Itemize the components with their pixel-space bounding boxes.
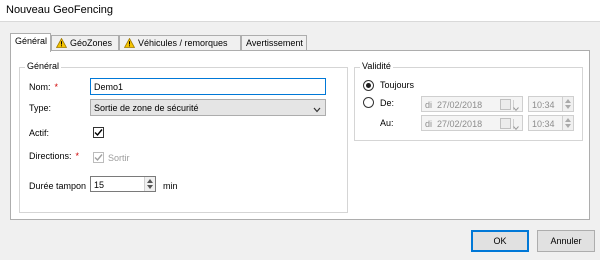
check-icon — [94, 154, 103, 162]
tab-avertissement-label: Avertissement — [246, 38, 303, 48]
required-marker: * — [75, 151, 80, 161]
radio-selected-dot — [366, 83, 371, 88]
general-group: Général Nom: * Demo1 Type: Sortie de zone… — [19, 61, 348, 213]
warning-icon — [123, 37, 136, 50]
au-date: 27/02/2018 — [437, 119, 483, 129]
tab-general[interactable]: Général — [10, 33, 51, 52]
directions-label: Directions: * — [29, 151, 80, 161]
sortir-label: Sortir — [108, 153, 130, 163]
au-day: di — [425, 119, 433, 129]
toujours-label: Toujours — [380, 80, 415, 90]
validite-group: Validité Toujours De: di 27/02/2018 10:3… — [354, 61, 583, 141]
de-date-picker[interactable]: di 27/02/2018 — [421, 96, 523, 112]
de-time-stepper[interactable]: 10:34 — [528, 96, 574, 112]
toujours-radio[interactable] — [363, 80, 374, 91]
general-legend: Général — [25, 61, 62, 71]
nom-input[interactable]: Demo1 — [90, 78, 326, 95]
type-select[interactable]: Sortie de zone de sécurité — [90, 99, 326, 116]
actif-label: Actif: — [29, 128, 50, 138]
nom-label: Nom: * — [29, 82, 59, 92]
cancel-button[interactable]: Annuler — [537, 230, 595, 252]
tab-panel: Général Nom: * Demo1 Type: Sortie de zone… — [10, 50, 590, 220]
de-day: di — [425, 100, 433, 110]
ok-button[interactable]: OK — [471, 230, 529, 252]
required-marker: * — [54, 82, 59, 92]
spinner-icon[interactable] — [562, 116, 573, 130]
chevron-down-icon — [513, 102, 519, 114]
tab-strip: Général GéoZones Véhicules / remorques A… — [10, 33, 590, 52]
tab-general-label: Général — [15, 36, 48, 46]
check-icon — [94, 129, 103, 137]
calendar-icon[interactable] — [500, 99, 511, 110]
nom-value: Demo1 — [94, 82, 124, 92]
duree-label: Durée tampon — [29, 181, 87, 191]
tab-avertissement[interactable]: Avertissement — [241, 35, 307, 51]
warning-icon — [55, 37, 68, 50]
actif-checkbox[interactable] — [93, 127, 104, 138]
tab-vehicules[interactable]: Véhicules / remorques — [119, 35, 241, 51]
spinner-icon[interactable] — [144, 177, 155, 191]
sortir-checkbox[interactable] — [93, 152, 104, 163]
duree-unit: min — [163, 181, 178, 191]
au-date-picker[interactable]: di 27/02/2018 — [421, 115, 523, 131]
de-date: 27/02/2018 — [437, 100, 483, 110]
au-time-stepper[interactable]: 10:34 — [528, 115, 574, 131]
spinner-icon[interactable] — [562, 97, 573, 111]
chevron-down-icon — [513, 121, 519, 133]
cancel-label: Annuler — [550, 236, 582, 246]
calendar-icon[interactable] — [500, 118, 511, 129]
de-time: 10:34 — [532, 100, 555, 110]
ok-label: OK — [493, 236, 507, 246]
au-time: 10:34 — [532, 119, 555, 129]
duree-stepper[interactable]: 15 — [90, 176, 156, 192]
chevron-down-icon — [313, 104, 321, 116]
window-title: Nouveau GeoFencing — [6, 4, 114, 16]
type-label: Type: — [29, 103, 52, 113]
tab-geozones[interactable]: GéoZones — [51, 35, 119, 51]
duree-value: 15 — [94, 180, 105, 190]
tab-geozones-label: GéoZones — [70, 38, 113, 48]
type-value: Sortie de zone de sécurité — [94, 103, 199, 113]
tab-vehicules-label: Véhicules / remorques — [138, 38, 228, 48]
title-bar: Nouveau GeoFencing — [0, 0, 600, 22]
de-radio[interactable] — [363, 97, 374, 108]
validite-legend: Validité — [360, 61, 393, 71]
au-label: Au: — [380, 118, 394, 128]
de-label: De: — [380, 98, 395, 108]
